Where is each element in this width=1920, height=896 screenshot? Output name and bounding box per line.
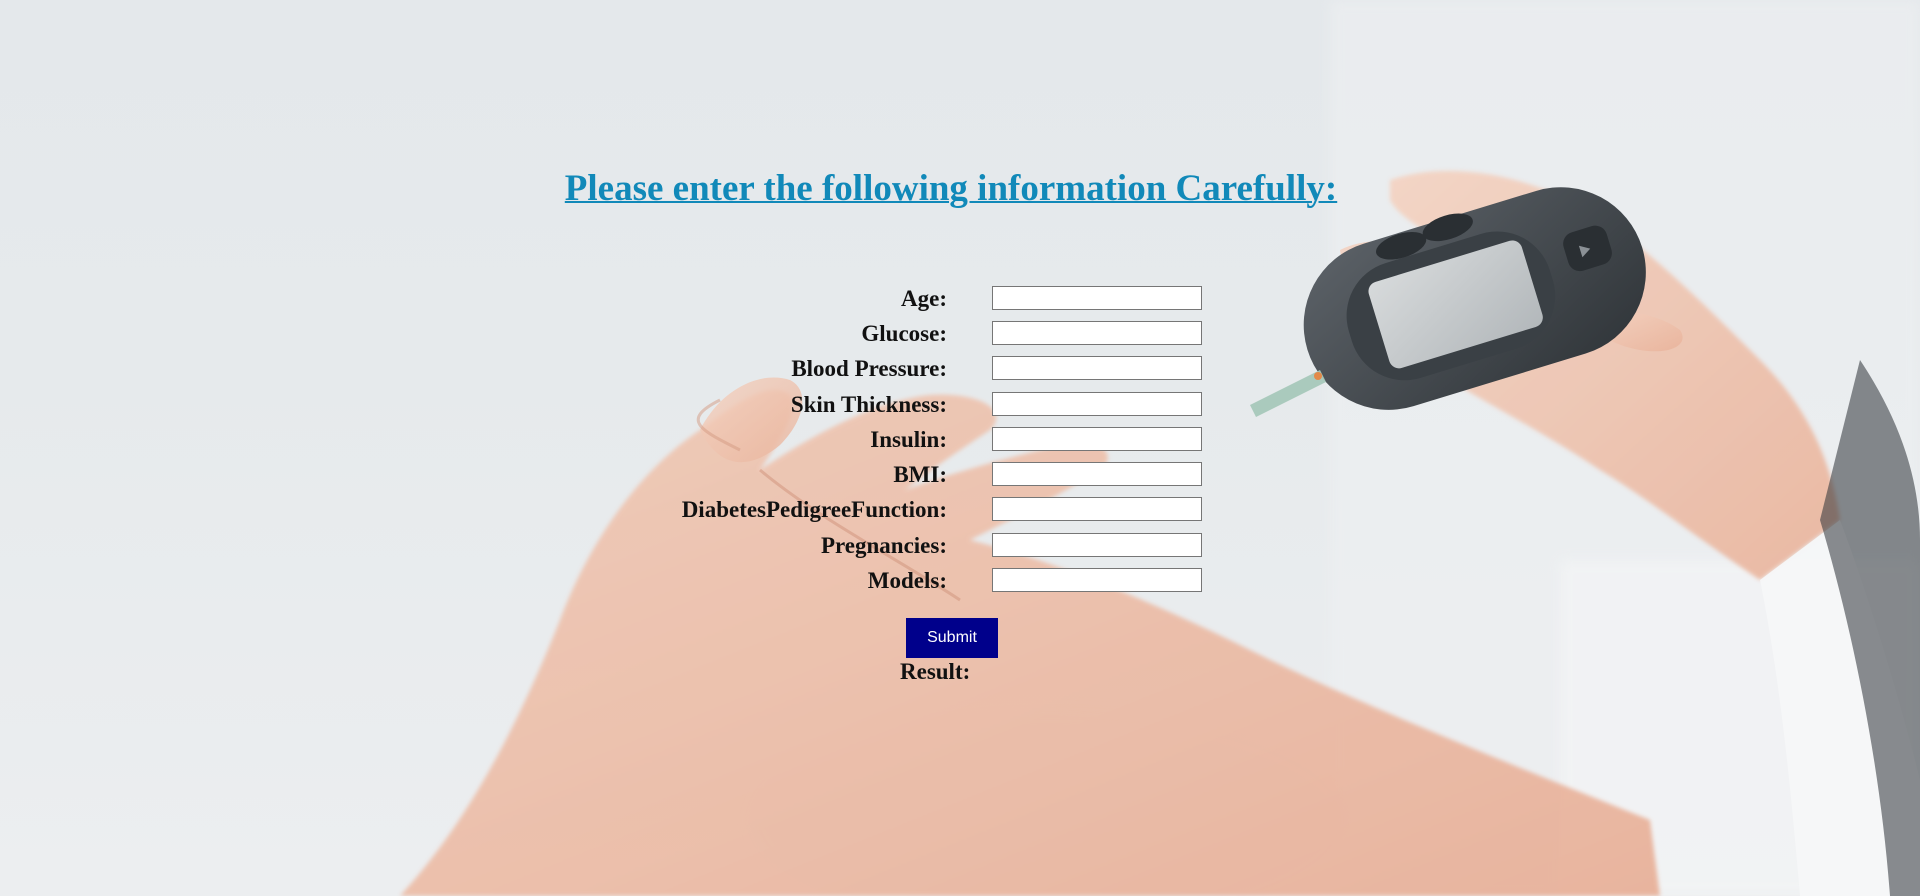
age-input[interactable]	[992, 286, 1202, 310]
insulin-label: Insulin:	[870, 427, 947, 452]
form-row-bmi: BMI:	[560, 461, 1210, 489]
blood-pressure-label: Blood Pressure:	[791, 356, 947, 381]
models-input[interactable]	[992, 568, 1202, 592]
bmi-input[interactable]	[992, 462, 1202, 486]
glucose-label: Glucose:	[861, 321, 947, 346]
form-row-glucose: Glucose:	[560, 320, 1210, 348]
models-label: Models:	[867, 568, 947, 593]
form-row-diabetes-pedigree: DiabetesPedigreeFunction:	[560, 496, 1210, 524]
submit-button[interactable]: Submit	[906, 618, 998, 658]
form-row-skin-thickness: Skin Thickness:	[560, 391, 1210, 419]
diabetes-pedigree-input[interactable]	[992, 497, 1202, 521]
bmi-label: BMI:	[893, 462, 947, 487]
prediction-form: Please enter the following information C…	[0, 0, 1920, 896]
diabetes-pedigree-label: DiabetesPedigreeFunction:	[681, 497, 947, 522]
form-heading: Please enter the following information C…	[564, 168, 1338, 209]
form-row-age: Age:	[560, 285, 1210, 313]
form-row-insulin: Insulin:	[560, 426, 1210, 454]
form-row-blood-pressure: Blood Pressure:	[560, 355, 1210, 383]
insulin-input[interactable]	[992, 427, 1202, 451]
pregnancies-label: Pregnancies:	[820, 533, 947, 558]
form-row-models: Models:	[560, 567, 1210, 595]
glucose-input[interactable]	[992, 321, 1202, 345]
blood-pressure-input[interactable]	[992, 356, 1202, 380]
skin-thickness-input[interactable]	[992, 392, 1202, 416]
skin-thickness-label: Skin Thickness:	[790, 392, 947, 417]
form-row-pregnancies: Pregnancies:	[560, 532, 1210, 560]
age-label: Age:	[901, 286, 947, 311]
result-label: Result:	[900, 659, 971, 684]
pregnancies-input[interactable]	[992, 533, 1202, 557]
